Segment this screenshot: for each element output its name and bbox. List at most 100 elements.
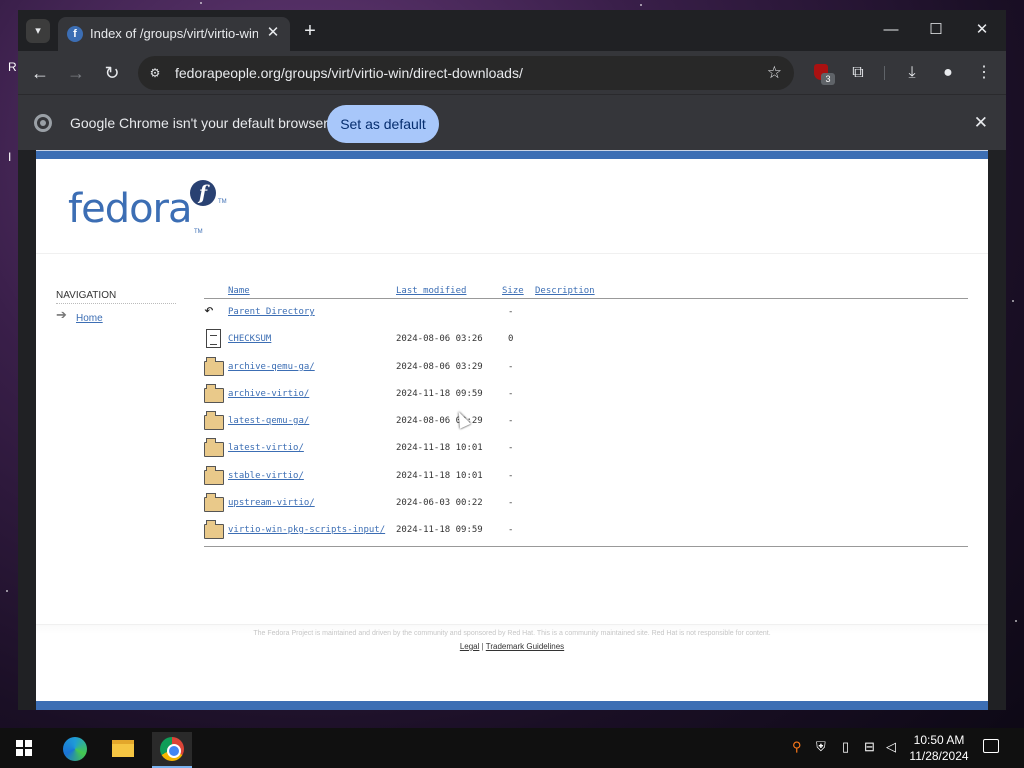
site-info-icon[interactable]: ⚙ — [146, 64, 164, 82]
page-viewport: fedora f TM TM NAVIGATION ➔ Home Name La… — [36, 150, 988, 710]
bookmark-star-icon[interactable]: ☆ — [767, 63, 782, 83]
address-bar[interactable]: ⚙ fedorapeople.org/groups/virt/virtio-wi… — [138, 56, 794, 90]
parent-directory-icon: ↶ — [204, 300, 214, 319]
profile-avatar-icon[interactable]: ● — [936, 61, 960, 85]
security-shield-icon[interactable]: ⛨ — [816, 739, 826, 755]
clock-time: 10:50 AM — [913, 733, 965, 747]
page-top-bar — [36, 150, 988, 159]
network-icon[interactable]: ⊟ — [864, 739, 875, 755]
reload-icon[interactable]: ↻ — [100, 61, 124, 85]
navigation-title: NAVIGATION — [56, 290, 176, 304]
table-row: CHECKSUM 2024-08-06 03:26 0 — [204, 329, 968, 353]
tab-title: Index of /groups/virt/virtio-win/direct-… — [90, 26, 258, 41]
download-icon[interactable]: ⤓ — [900, 61, 924, 85]
folder-icon — [204, 520, 224, 539]
column-header-description[interactable]: Description — [535, 286, 595, 296]
page-bottom-bar — [36, 701, 988, 710]
row-name-link[interactable]: stable-virtio/ — [228, 471, 304, 481]
table-row: latest-virtio/2024-11-18 10:01 - — [204, 438, 968, 462]
usb-device-icon[interactable]: ▯ — [842, 739, 849, 755]
chrome-taskbar-button[interactable] — [152, 732, 192, 768]
table-row: latest-qemu-ga/2024-08-06 03:29- — [204, 411, 968, 435]
folder-icon — [204, 357, 224, 376]
row-name-link[interactable]: CHECKSUM — [228, 334, 271, 344]
clock-date: 11/28/2024 — [909, 749, 969, 763]
trademark-mark: TM — [218, 199, 227, 205]
column-header-name[interactable]: Name — [228, 286, 250, 296]
edge-icon — [63, 737, 87, 761]
row-size: - — [508, 443, 514, 453]
row-name-link[interactable]: archive-qemu-ga/ — [228, 362, 315, 372]
legal-link[interactable]: Legal — [460, 642, 480, 651]
footer-separator: | — [481, 642, 484, 651]
close-window-icon[interactable]: ✕ — [968, 18, 996, 42]
row-size: 0 — [508, 334, 514, 344]
row-size: - — [508, 307, 514, 317]
extensions-puzzle-icon[interactable]: ⧉ — [846, 61, 870, 85]
table-row: upstream-virtio/2024-06-03 00:22 - — [204, 493, 968, 517]
tab-search-chevron-icon[interactable]: ▾ — [26, 19, 50, 43]
row-name-link[interactable]: latest-virtio/ — [228, 443, 304, 453]
speaker-muted-icon[interactable]: ◁ — [886, 739, 896, 755]
nav-home-link[interactable]: Home — [76, 313, 103, 324]
text-file-icon — [206, 329, 221, 348]
maximize-icon[interactable]: ☐ — [922, 18, 950, 42]
fedora-logo-icon[interactable]: f — [190, 180, 216, 206]
table-row: virtio-win-pkg-scripts-input/2024-11-18 … — [204, 520, 968, 544]
file-explorer-taskbar-button[interactable] — [103, 732, 143, 768]
row-size: - — [508, 389, 514, 399]
taskbar-clock[interactable]: 10:50 AM 11/28/2024 — [904, 732, 974, 764]
row-name-link[interactable]: archive-virtio/ — [228, 389, 309, 399]
chrome-icon — [160, 737, 184, 761]
footer-links: Legal | Trademark Guidelines — [36, 642, 988, 651]
row-name-link[interactable]: latest-qemu-ga/ — [228, 416, 309, 426]
tab-active[interactable]: f Index of /groups/virt/virtio-win/direc… — [58, 17, 290, 51]
trademark-mark: TM — [194, 229, 203, 235]
toolbar-divider — [884, 66, 885, 80]
row-size: - — [508, 471, 514, 481]
footer-text: The Fedora Project is maintained and dri… — [253, 630, 771, 637]
tab-strip: ▾ f Index of /groups/virt/virtio-win/dir… — [18, 10, 1006, 51]
folder-icon — [204, 466, 224, 485]
set-as-default-button[interactable]: Set as default — [327, 105, 439, 143]
arrow-right-icon: ➔ — [56, 307, 67, 322]
infobar-message: Google Chrome isn't your default browser — [70, 115, 328, 131]
url-text[interactable]: fedorapeople.org/groups/virt/virtio-win/… — [175, 65, 523, 81]
table-row: ↶ Parent Directory - — [204, 302, 968, 326]
infobar-close-icon[interactable]: ✕ — [974, 113, 988, 133]
fedora-favicon-icon: f — [67, 26, 83, 42]
extension-badge: 3 — [821, 73, 835, 85]
row-name-link[interactable]: virtio-win-pkg-scripts-input/ — [228, 525, 385, 535]
trademark-guidelines-link[interactable]: Trademark Guidelines — [486, 642, 564, 651]
column-header-last-modified[interactable]: Last modified — [396, 286, 466, 296]
page-header: fedora f TM TM — [36, 159, 988, 254]
minimize-icon[interactable]: — — [877, 18, 905, 42]
folder-icon — [204, 411, 224, 430]
tab-close-icon[interactable]: ✕ — [264, 24, 282, 42]
notification-center-icon[interactable] — [983, 739, 999, 753]
folder-icon — [204, 438, 224, 457]
row-last-modified: 2024-11-18 09:59 — [396, 525, 483, 535]
forward-arrow-icon[interactable]: → — [64, 61, 88, 85]
row-last-modified: 2024-08-06 03:26 — [396, 334, 483, 344]
row-size: - — [508, 362, 514, 372]
row-name-link[interactable]: upstream-virtio/ — [228, 498, 315, 508]
new-tab-plus-icon[interactable]: + — [298, 20, 322, 44]
search-tray-icon[interactable]: ⚲ — [792, 739, 802, 755]
windows-start-icon[interactable] — [16, 740, 32, 756]
folder-icon — [112, 740, 134, 757]
row-last-modified: 2024-11-18 10:01 — [396, 443, 483, 453]
row-name-link[interactable]: Parent Directory — [228, 307, 315, 317]
column-header-size[interactable]: Size — [502, 286, 524, 296]
table-row: archive-virtio/2024-11-18 09:59 - — [204, 384, 968, 408]
folder-icon — [204, 384, 224, 403]
edge-taskbar-button[interactable] — [55, 732, 95, 768]
row-size: - — [508, 525, 514, 535]
browser-window: ▾ f Index of /groups/virt/virtio-win/dir… — [18, 10, 1006, 710]
back-arrow-icon[interactable]: ← — [28, 61, 52, 85]
fedora-logo-text[interactable]: fedora — [68, 186, 193, 232]
chrome-logo-icon — [34, 114, 52, 132]
menu-kebab-icon[interactable]: ⋮ — [972, 61, 996, 85]
default-browser-infobar: Google Chrome isn't your default browser… — [18, 94, 1006, 150]
row-size: - — [508, 498, 514, 508]
